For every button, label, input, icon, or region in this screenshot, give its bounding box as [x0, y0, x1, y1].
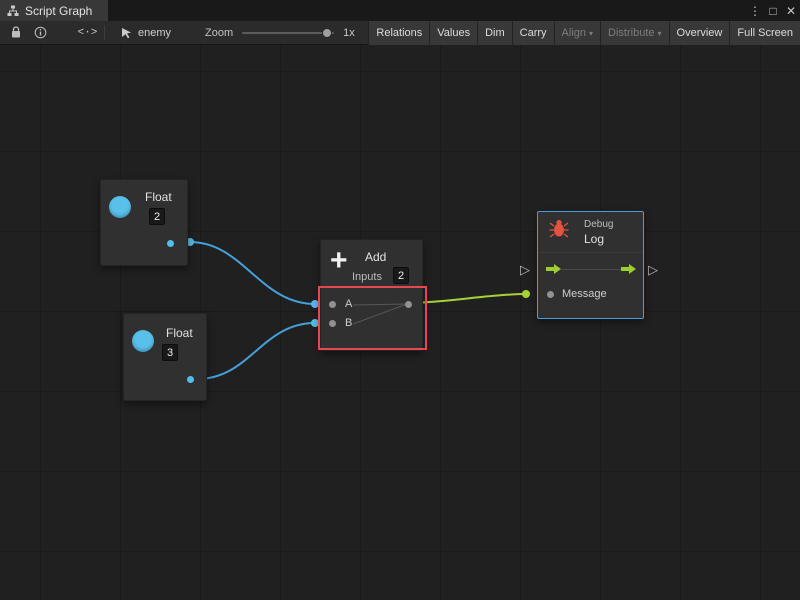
lock-icon [10, 26, 22, 39]
float-output-port[interactable] [187, 376, 194, 383]
float-node-2[interactable]: Float 2 [100, 179, 188, 266]
inputs-label: Inputs [352, 271, 382, 283]
flow-out-arrow-icon[interactable] [621, 263, 637, 275]
align-label: Align [562, 27, 586, 39]
carry-label: Carry [520, 27, 547, 39]
dim-label: Dim [485, 27, 505, 39]
inputs-count-field[interactable]: 2 [393, 267, 409, 284]
window-menu-icon[interactable]: ⋮ [746, 0, 764, 21]
pointer-icon [121, 27, 133, 39]
distribute-dropdown[interactable]: Distribute ▾ [600, 21, 668, 45]
full-screen-label: Full Screen [737, 27, 793, 39]
lock-button[interactable] [3, 21, 28, 45]
float-node-3[interactable]: Float 3 [123, 313, 207, 401]
node-header-divider [538, 252, 643, 253]
wire-float2-to-port-a[interactable] [190, 242, 315, 304]
flow-relation-line [562, 269, 621, 270]
carry-button[interactable]: Carry [512, 21, 554, 45]
graph-toolbar: <·> enemy Zoom 1x Relations Values Dim [0, 21, 800, 45]
maximize-icon[interactable]: □ [764, 0, 782, 21]
zoom-slider[interactable] [242, 32, 334, 34]
close-icon[interactable]: ✕ [782, 0, 800, 21]
flow-output-triangle-icon[interactable]: ▷ [648, 263, 658, 277]
title-bar: Script Graph ⋮ □ ✕ [0, 0, 800, 21]
message-port-label: Message [562, 288, 607, 300]
tab-script-graph[interactable]: Script Graph [0, 0, 108, 21]
port-a-dot[interactable] [329, 301, 336, 308]
node-title: Float [145, 190, 172, 204]
wire-endpoint-dot[interactable] [311, 300, 319, 308]
node-category: Debug [584, 219, 613, 230]
node-title: Log [584, 232, 604, 246]
debug-log-node[interactable]: Debug Log Message [537, 211, 644, 319]
node-title: Add [365, 250, 386, 264]
relations-label: Relations [376, 27, 422, 39]
align-dropdown[interactable]: Align ▾ [554, 21, 600, 45]
zoom-slider-handle[interactable] [322, 28, 332, 38]
info-icon [34, 26, 47, 39]
float-value-field[interactable]: 3 [162, 344, 178, 361]
dim-button[interactable]: Dim [477, 21, 512, 45]
overview-button[interactable]: Overview [669, 21, 730, 45]
wire-endpoint-dot[interactable] [311, 319, 319, 327]
script-graph-window: Script Graph ⋮ □ ✕ <·> [0, 0, 800, 600]
float-value-port[interactable] [132, 330, 154, 352]
float-value-field[interactable]: 2 [149, 208, 165, 225]
port-b-dot[interactable] [329, 320, 336, 327]
float-value-port[interactable] [109, 196, 131, 218]
port-b-label: B [345, 317, 352, 329]
zoom-value: 1x [343, 27, 355, 39]
flow-in-arrow-icon[interactable] [546, 263, 562, 275]
bug-icon [549, 219, 569, 238]
chevron-down-icon: ▾ [589, 29, 593, 38]
add-output-port[interactable] [405, 301, 412, 308]
graph-target[interactable]: enemy [121, 27, 171, 39]
code-view-button[interactable]: <·> [75, 21, 100, 45]
code-icon: <·> [78, 27, 98, 39]
float-output-port[interactable] [167, 240, 174, 247]
titlebar-spacer [108, 0, 746, 21]
graph-icon [7, 5, 19, 17]
plus-icon: + [330, 240, 348, 282]
toolbar-separator [104, 25, 105, 40]
wire-endpoint-dot[interactable] [522, 290, 530, 298]
info-button[interactable] [28, 21, 53, 45]
values-label: Values [437, 27, 470, 39]
relations-button[interactable]: Relations [368, 21, 429, 45]
target-name: enemy [138, 27, 171, 39]
add-node[interactable]: + Add Inputs 2 A B [320, 239, 423, 351]
full-screen-button[interactable]: Full Screen [729, 21, 800, 45]
wire-add-to-message[interactable] [411, 294, 526, 303]
overview-label: Overview [677, 27, 723, 39]
graph-canvas[interactable]: Float 2 Float 3 + Add Inputs 2 A B [0, 45, 800, 600]
values-button[interactable]: Values [429, 21, 477, 45]
message-port-dot[interactable] [547, 291, 554, 298]
port-a-label: A [345, 298, 352, 310]
distribute-label: Distribute [608, 27, 654, 39]
flow-input-triangle-icon[interactable]: ▷ [520, 263, 530, 277]
chevron-down-icon: ▾ [658, 29, 662, 38]
node-title: Float [166, 326, 193, 340]
zoom-label: Zoom [205, 27, 233, 39]
toolbar-button-group: Relations Values Dim Carry Align ▾ Distr… [368, 21, 800, 45]
wire-float3-to-port-b[interactable] [197, 323, 315, 379]
tab-title: Script Graph [25, 4, 92, 18]
